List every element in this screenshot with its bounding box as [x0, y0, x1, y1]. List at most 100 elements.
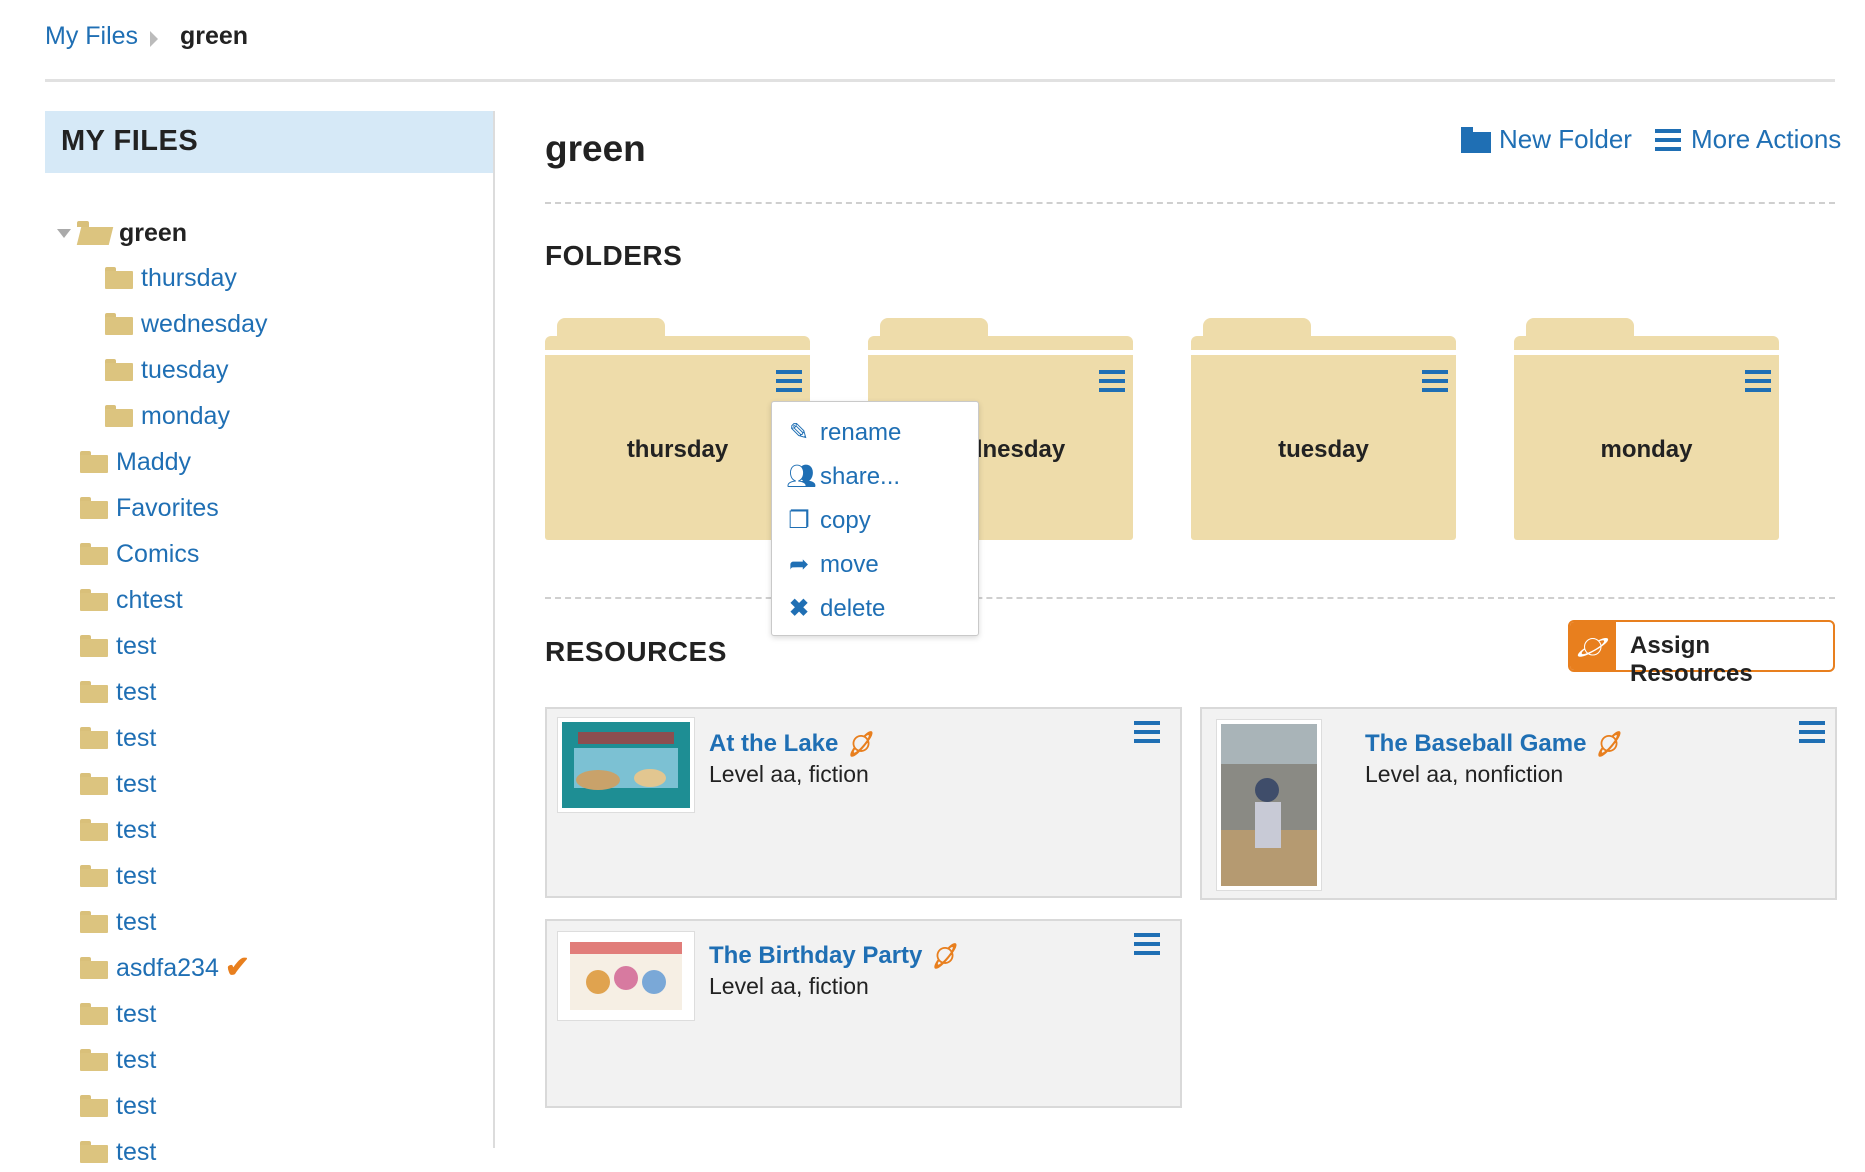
- tree-item-label: test: [116, 1137, 157, 1166]
- resource-subtitle: Level aa, fiction: [709, 973, 869, 999]
- tree-item-tuesday[interactable]: tuesday: [105, 350, 229, 390]
- tree-item[interactable]: test: [80, 856, 156, 896]
- tree-item-label: test: [116, 999, 157, 1028]
- tree-item[interactable]: test: [80, 672, 156, 712]
- folder-card-tuesday[interactable]: tuesday: [1191, 318, 1456, 540]
- resources-heading: RESOURCES: [545, 636, 727, 667]
- folder-icon: [80, 635, 108, 657]
- tree-item[interactable]: test: [80, 902, 156, 942]
- planet-icon: 🪐︎: [842, 725, 881, 762]
- menu-item-rename[interactable]: ✎ rename: [786, 418, 901, 447]
- book-cover-image[interactable]: [557, 717, 695, 813]
- folders-heading: FOLDERS: [545, 240, 683, 271]
- tree-item[interactable]: chtest: [80, 580, 183, 620]
- tree-item-label: monday: [141, 401, 230, 430]
- new-folder-button[interactable]: New Folder: [1461, 124, 1632, 155]
- folder-icon: [80, 865, 108, 887]
- folder-icon: [80, 451, 108, 473]
- folder-icon: [105, 359, 133, 381]
- tree-item[interactable]: test: [80, 1040, 156, 1080]
- tree-item-label: Favorites: [116, 493, 219, 522]
- resource-menu-icon[interactable]: [1799, 721, 1825, 743]
- resource-menu-icon[interactable]: [1134, 933, 1160, 955]
- resource-subtitle: Level aa, nonfiction: [1365, 761, 1564, 787]
- assign-resources-label: Assign Resources: [1630, 632, 1753, 687]
- tree-item-label: chtest: [116, 585, 183, 614]
- planet-icon: 🪐︎: [1590, 725, 1629, 762]
- breadcrumb-current: green: [180, 22, 249, 50]
- folder-icon: [80, 819, 108, 841]
- resource-title-link[interactable]: The Birthday Party 🪐︎: [709, 938, 965, 974]
- resource-title: The Birthday Party: [709, 942, 923, 969]
- menu-item-share[interactable]: 👥︎ share...: [786, 462, 900, 491]
- folder-card-monday[interactable]: monday: [1514, 318, 1779, 540]
- tree-item-monday[interactable]: monday: [105, 396, 230, 436]
- tree-item[interactable]: test: [80, 1086, 156, 1126]
- tree-item-label: thursday: [141, 263, 237, 292]
- tree-item[interactable]: test: [80, 626, 156, 666]
- sidebar-header: MY FILES: [45, 111, 493, 173]
- folder-icon: [105, 313, 133, 335]
- sidebar: MY FILES green thursday wednesday tuesda…: [45, 111, 495, 1166]
- breadcrumb-my-files[interactable]: My Files: [45, 22, 138, 51]
- tree-item[interactable]: test: [80, 810, 156, 850]
- tree-item[interactable]: test: [80, 718, 156, 758]
- users-icon: 👥︎: [786, 463, 817, 490]
- tree-item[interactable]: Maddy: [80, 442, 191, 482]
- planet-icon: 🪐︎: [926, 937, 965, 974]
- tree-item[interactable]: Comics: [80, 534, 199, 574]
- book-cover-image[interactable]: [1216, 719, 1322, 891]
- caret-down-icon[interactable]: [57, 228, 71, 238]
- resource-card[interactable]: The Birthday Party 🪐︎ Level aa, fiction: [545, 919, 1182, 1108]
- menu-item-label: rename: [820, 418, 902, 446]
- folder-name: tuesday: [1278, 436, 1369, 463]
- resource-title-link[interactable]: The Baseball Game 🪐︎: [1365, 726, 1629, 762]
- folder-menu-icon[interactable]: [1099, 370, 1125, 392]
- folder-name: monday: [1600, 436, 1693, 463]
- tree-item-label: Maddy: [116, 447, 192, 476]
- menu-item-move[interactable]: ➦ move: [786, 550, 879, 579]
- assign-resources-button[interactable]: 🪐︎ Assign Resources: [1568, 620, 1835, 687]
- check-icon: ✔: [224, 951, 251, 984]
- resource-card[interactable]: The Baseball Game 🪐︎ Level aa, nonfiction: [1200, 707, 1837, 900]
- tree-item[interactable]: test: [80, 994, 156, 1034]
- breadcrumb-chevron-icon: [150, 31, 158, 47]
- folder-icon: [80, 1095, 108, 1117]
- tree-item[interactable]: Favorites: [80, 488, 219, 528]
- menu-item-label: share...: [820, 462, 901, 490]
- resource-title-link[interactable]: At the Lake 🪐︎: [709, 726, 881, 762]
- book-cover-image[interactable]: [557, 931, 695, 1021]
- folder-icon: [80, 497, 108, 519]
- resource-menu-icon[interactable]: [1134, 721, 1160, 743]
- tree-item-label: test: [116, 631, 157, 660]
- folder-icon: [80, 1003, 108, 1025]
- tree-item-green[interactable]: green: [57, 213, 187, 253]
- folder-icon: [80, 911, 108, 933]
- tree-item-label: test: [116, 1091, 157, 1120]
- menu-item-copy[interactable]: ❐ copy: [786, 506, 870, 535]
- folder-menu-icon[interactable]: [1745, 370, 1771, 392]
- tree-item-label: Comics: [116, 539, 200, 568]
- folder-icon: [80, 1049, 108, 1071]
- tree-item[interactable]: test: [80, 764, 156, 804]
- pencil-icon: ✎: [788, 419, 810, 446]
- tree-item[interactable]: asdfa234 ✔: [80, 948, 250, 988]
- hamburger-icon: [1655, 128, 1681, 151]
- folder-menu-icon[interactable]: [1422, 370, 1448, 392]
- folder-menu-icon[interactable]: [776, 370, 802, 392]
- tree-item-label: test: [116, 861, 157, 890]
- tree-item-thursday[interactable]: thursday: [105, 258, 237, 298]
- planet-icon: 🪐︎: [1570, 622, 1616, 670]
- menu-item-delete[interactable]: ✖ delete: [786, 594, 885, 623]
- folder-icon: [80, 1141, 108, 1163]
- tree-item-label: test: [116, 723, 157, 752]
- tree-item[interactable]: test: [80, 1132, 156, 1172]
- more-actions-button[interactable]: More Actions: [1655, 124, 1841, 155]
- folder-icon: [80, 957, 108, 979]
- tree-item-wednesday[interactable]: wednesday: [105, 304, 267, 344]
- resource-card[interactable]: At the Lake 🪐︎ Level aa, fiction: [545, 707, 1182, 898]
- page-title: green: [545, 128, 646, 169]
- folder-icon: [80, 543, 108, 565]
- folder-icon: [80, 681, 108, 703]
- tree-item-label: test: [116, 907, 157, 936]
